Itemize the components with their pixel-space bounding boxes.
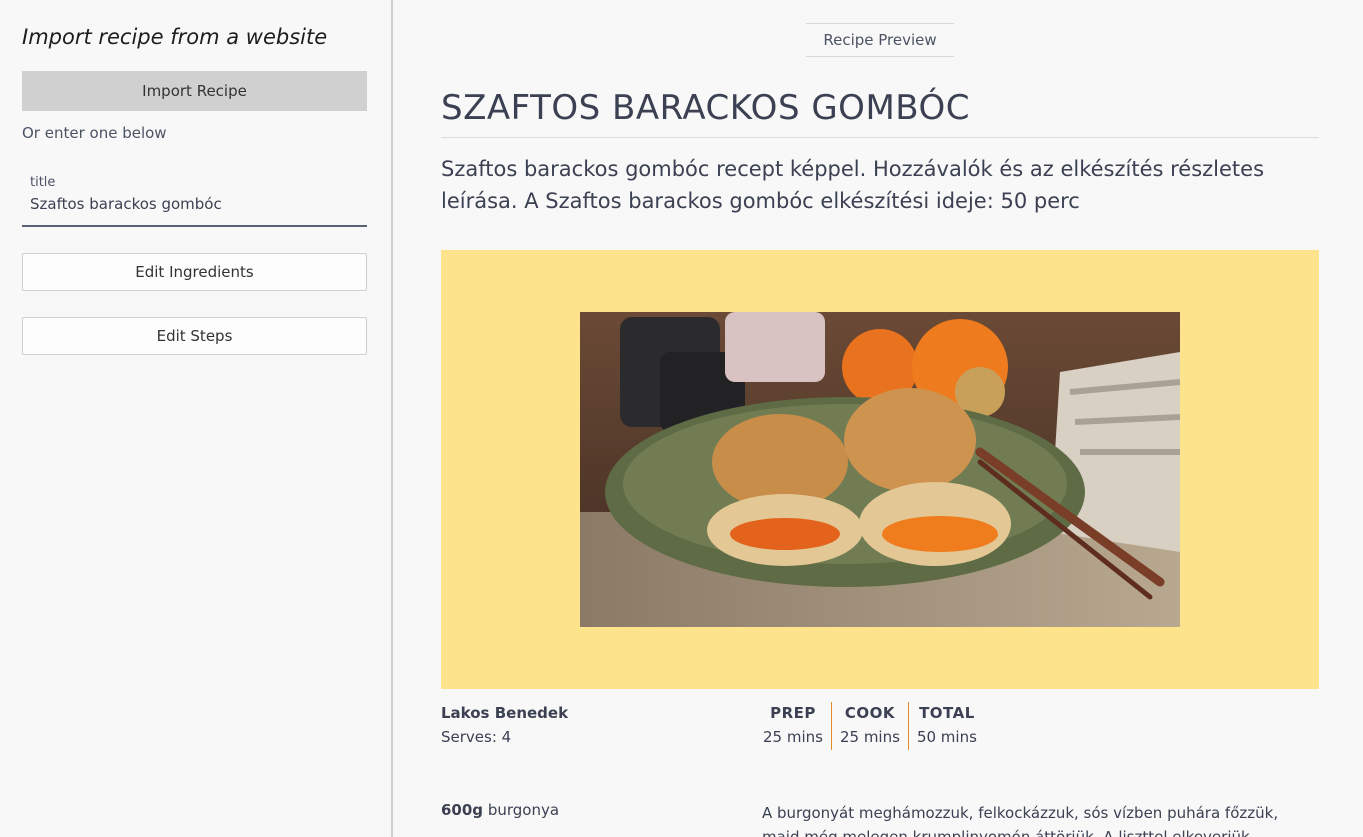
import-recipe-button[interactable]: Import Recipe (22, 71, 367, 111)
ingredient-amount: 600g (441, 801, 484, 819)
total-time-label: TOTAL (919, 704, 975, 722)
recipe-preview: Recipe Preview SZAFTOS BARACKOS GOMBÓC S… (393, 0, 1363, 837)
edit-steps-button[interactable]: Edit Steps (22, 317, 367, 355)
prep-time-label: PREP (770, 704, 816, 722)
title-input[interactable] (30, 195, 360, 213)
title-divider (441, 137, 1319, 138)
cook-time-label: COOK (844, 704, 896, 722)
total-time: TOTAL 50 mins (907, 702, 985, 750)
title-field-label: title (30, 175, 56, 190)
or-enter-text: Or enter one below (22, 124, 167, 142)
ingredient-name: burgonya (487, 801, 560, 819)
recipe-times: PREP 25 mins COOK 25 mins TOTAL 50 mins (755, 702, 985, 750)
recipe-image-area (441, 250, 1319, 689)
recipe-description: Szaftos barackos gombóc recept képpel. H… (441, 157, 1265, 213)
step-item: A burgonyát meghámozzuk, felkockázzuk, s… (762, 804, 1279, 837)
tab-recipe-preview[interactable]: Recipe Preview (806, 23, 954, 57)
ingredient-item: 600g burgonya (441, 801, 559, 819)
prep-time-value: 25 mins (763, 728, 823, 746)
edit-ingredients-button[interactable]: Edit Ingredients (22, 253, 367, 291)
recipe-title: SZAFTOS BARACKOS GOMBÓC (441, 88, 971, 128)
app: Import recipe from a website Import Reci… (0, 0, 1363, 837)
total-time-value: 50 mins (916, 728, 977, 746)
sidebar: Import recipe from a website Import Reci… (0, 0, 391, 837)
cook-time: COOK 25 mins (830, 702, 908, 750)
recipe-author: Lakos Benedek (441, 704, 569, 722)
recipe-photo (580, 312, 1180, 627)
title-field[interactable]: title (22, 169, 367, 227)
import-heading: Import recipe from a website (22, 25, 328, 49)
recipe-serves: Serves: 4 (441, 728, 512, 746)
prep-time: PREP 25 mins (755, 702, 831, 750)
cook-time-value: 25 mins (839, 728, 900, 746)
